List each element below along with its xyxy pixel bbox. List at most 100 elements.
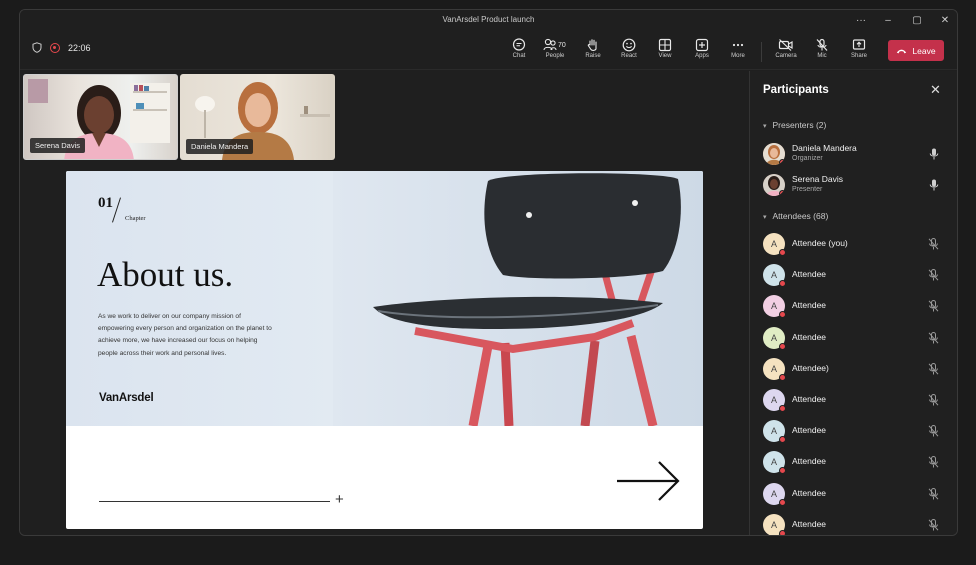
- attendee-row[interactable]: A Attendee (you): [763, 232, 953, 258]
- attendee-row[interactable]: A Attendee: [763, 388, 953, 414]
- status-dot: [779, 529, 786, 535]
- avatar-initial: A: [770, 332, 777, 343]
- meeting-stage: Serena Davis Daniela Mandera 01 Chapter …: [20, 71, 749, 535]
- people-button[interactable]: 70 People: [538, 36, 572, 66]
- apps-label: Apps: [695, 53, 709, 59]
- camera-off-icon: [778, 39, 793, 51]
- participant-name: Attendee: [792, 487, 827, 498]
- camera-label: Camera: [775, 53, 797, 59]
- mic-button[interactable]: Mic: [805, 36, 839, 66]
- attendees-section-header[interactable]: ▾ Attendees (68): [763, 211, 828, 221]
- chapter-label: Chapter: [125, 215, 146, 222]
- participant-name: Attendee: [792, 300, 827, 311]
- maximize-button[interactable]: ▢: [908, 13, 926, 29]
- react-label: React: [621, 53, 637, 59]
- participant-name: Attendee (you): [792, 238, 848, 248]
- status-dot: [779, 498, 786, 506]
- chat-icon: [512, 38, 526, 51]
- status-dot: [779, 436, 786, 444]
- participant-row[interactable]: Serena Davis Presenter: [763, 173, 953, 199]
- attendee-row[interactable]: A Attendee: [763, 294, 953, 320]
- raise-hand-button[interactable]: Raise: [576, 36, 610, 66]
- title-bar: VanArsdel Product launch ··· – ▢ ✕: [20, 10, 957, 32]
- avatar-initial: A: [770, 519, 777, 530]
- participant-name-tag: Serena Davis: [30, 138, 86, 153]
- panel-title: Participants: [763, 84, 829, 96]
- mic-icon: [929, 179, 939, 191]
- view-button[interactable]: View: [648, 36, 682, 66]
- attendee-row[interactable]: A Attendee): [763, 357, 953, 383]
- status-dot: [779, 159, 785, 165]
- slide-rule: [99, 501, 330, 502]
- video-tile-serena[interactable]: Serena Davis: [23, 74, 178, 160]
- chair-image: [333, 171, 703, 426]
- mic-label: Mic: [817, 53, 827, 59]
- participant-name: Attendee: [792, 425, 827, 436]
- meeting-timer: 22:06: [68, 42, 91, 53]
- avatar-initial: A: [770, 239, 777, 249]
- status-dot: [779, 249, 786, 256]
- raise-hand-icon: [587, 39, 597, 51]
- react-button[interactable]: React: [612, 36, 646, 66]
- smile-icon: [622, 38, 636, 52]
- camera-button[interactable]: Camera: [769, 36, 803, 66]
- more-button[interactable]: More: [721, 36, 755, 66]
- attendee-row[interactable]: A Attendee: [763, 513, 953, 535]
- participant-name: Daniela Mandera: [792, 143, 857, 153]
- leave-label: Leave: [912, 45, 936, 56]
- status-dot: [779, 405, 786, 412]
- attendee-row[interactable]: A Attendee: [763, 482, 953, 508]
- close-panel-icon[interactable]: ✕: [930, 82, 941, 98]
- mic-off-icon: [928, 518, 939, 531]
- close-window-button[interactable]: ✕: [936, 13, 954, 29]
- mic-off-icon: [928, 362, 939, 375]
- hang-up-icon: [897, 49, 907, 53]
- status-dot: [779, 342, 786, 350]
- participant-role: Presenter: [792, 186, 823, 193]
- mic-off-icon: [928, 456, 939, 468]
- minimize-button[interactable]: –: [879, 13, 897, 29]
- add-app-icon: [695, 38, 709, 52]
- ellipsis-icon: [732, 43, 744, 47]
- share-button[interactable]: Share: [842, 36, 876, 66]
- slide-heading: About us.: [97, 255, 234, 294]
- shared-slide: 01 Chapter About us. As we work to deliv…: [66, 171, 703, 529]
- participant-name: Attendee: [792, 269, 827, 280]
- mic-off-icon: [928, 425, 939, 437]
- mic-off-icon: [816, 38, 828, 51]
- video-tile-daniela[interactable]: Daniela Mandera: [180, 74, 335, 160]
- people-label: People: [545, 53, 565, 59]
- participant-name: Attendee): [792, 362, 829, 373]
- attendee-row[interactable]: A Attendee: [763, 326, 953, 352]
- avatar-initial: A: [770, 270, 777, 281]
- status-dot: [779, 373, 786, 381]
- leave-button[interactable]: Leave: [888, 40, 944, 61]
- more-options-icon[interactable]: ···: [852, 13, 870, 29]
- avatar: A: [763, 233, 786, 256]
- attendee-row[interactable]: A Attendee: [763, 450, 953, 476]
- avatar: A: [763, 357, 786, 381]
- raise-label: Raise: [585, 53, 601, 59]
- avatar: A: [763, 326, 786, 350]
- chat-button[interactable]: Chat: [502, 36, 536, 66]
- avatar: A: [763, 389, 786, 412]
- apps-button[interactable]: Apps: [685, 36, 719, 66]
- mic-off-icon: [928, 394, 939, 406]
- avatar-initial: A: [770, 301, 777, 312]
- status-dot: [779, 280, 786, 288]
- status-dot: [779, 311, 786, 319]
- brand-logo: VanArsdel: [99, 392, 154, 404]
- shield-icon: [32, 42, 42, 53]
- presenters-section-header[interactable]: ▾ Presenters (2): [763, 120, 826, 130]
- participant-row[interactable]: Daniela Mandera Organizer: [763, 142, 953, 168]
- avatar: [763, 143, 785, 165]
- avatar-initial: A: [770, 488, 777, 499]
- attendee-row[interactable]: A Attendee: [763, 419, 953, 445]
- chat-label: Chat: [512, 53, 526, 59]
- attendee-row[interactable]: A Attendee: [763, 263, 953, 289]
- avatar: [763, 174, 785, 196]
- plus-icon: +: [335, 491, 344, 508]
- status-dot: [779, 467, 786, 475]
- chevron-down-icon: ▾: [763, 214, 767, 221]
- avatar: A: [763, 482, 786, 506]
